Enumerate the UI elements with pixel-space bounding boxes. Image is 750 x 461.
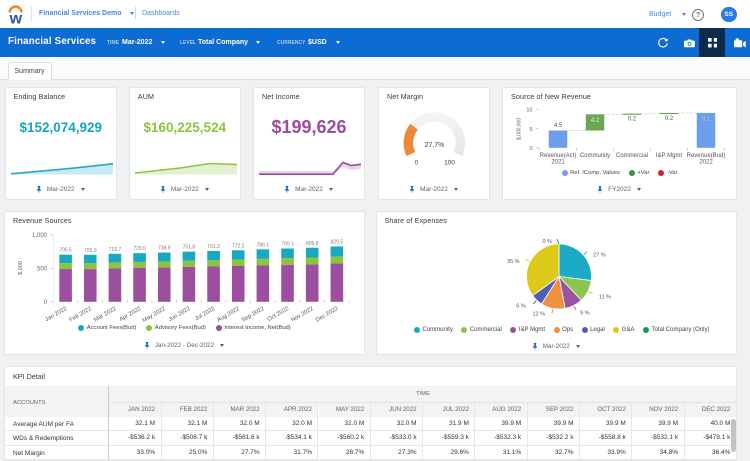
svg-text:Community: Community [580,152,610,158]
svg-text:829.5: 829.5 [331,239,344,245]
svg-text:799.1: 799.1 [281,241,294,247]
svg-text:4.5: 4.5 [554,123,563,129]
svg-text:$,000: $,000 [18,261,24,275]
svg-text:5: 5 [529,126,532,132]
svg-text:500: 500 [37,266,48,272]
svg-text:100: 100 [444,159,455,166]
svg-text:6 %: 6 % [516,303,526,309]
svg-text:2022: 2022 [699,159,713,165]
svg-text:Jul 2022: Jul 2022 [194,306,216,322]
svg-text:4.2: 4.2 [591,117,600,123]
svg-text:Jun 2022: Jun 2022 [168,306,192,323]
svg-text:35 %: 35 % [507,259,520,265]
svg-text:I&P Mgmt: I&P Mgmt [656,152,683,158]
svg-text:0: 0 [415,159,419,166]
svg-text:809.8: 809.8 [306,240,319,246]
svg-text:2021: 2021 [551,159,565,165]
svg-text:Feb 2022: Feb 2022 [69,306,93,323]
svg-text:27.7%: 27.7% [424,142,444,149]
svg-text:0 %: 0 % [542,239,552,245]
svg-text:0: 0 [44,300,48,306]
svg-text:Dec 2022: Dec 2022 [315,306,340,324]
svg-text:Commercial: Commercial [616,152,648,158]
svg-text:May 2022: May 2022 [142,306,167,324]
svg-text:738.9: 738.9 [158,245,171,251]
svg-text:Apr 2022: Apr 2022 [119,306,142,323]
svg-text:12 %: 12 % [532,311,545,317]
svg-text:0: 0 [529,146,532,152]
svg-text:0.2: 0.2 [665,115,674,121]
svg-text:Revenue(Act): Revenue(Act) [540,152,577,158]
svg-text:1,000: 1,000 [32,233,48,239]
svg-text:$,000,000: $,000,000 [517,117,523,139]
svg-text:0.2: 0.2 [628,116,637,122]
svg-text:Sep 2022: Sep 2022 [241,306,266,324]
svg-text:11 %: 11 % [598,294,610,300]
svg-text:10: 10 [526,107,532,113]
svg-text:Nov 2022: Nov 2022 [290,306,315,324]
svg-text:772.2: 772.2 [232,243,245,249]
svg-text:9 %: 9 % [580,310,590,316]
svg-text:27 %: 27 % [593,252,606,258]
svg-text:w: w [9,10,23,24]
svg-text:729.0: 729.0 [133,246,146,252]
svg-text:9.1: 9.1 [702,117,711,123]
svg-text:705.0: 705.0 [84,247,97,253]
svg-text:Oct 2022: Oct 2022 [267,306,290,323]
svg-text:Aug 2022: Aug 2022 [216,306,241,324]
svg-text:Jan 2022: Jan 2022 [44,306,68,323]
svg-text:706.5: 706.5 [59,247,72,253]
svg-text:751.8: 751.8 [183,244,196,250]
svg-text:Revenue(Bud): Revenue(Bud) [687,152,726,158]
svg-text:786.1: 786.1 [257,242,270,248]
svg-text:Mar 2022: Mar 2022 [93,306,117,323]
svg-text:761.3: 761.3 [207,244,220,250]
svg-text:719.7: 719.7 [109,246,122,252]
